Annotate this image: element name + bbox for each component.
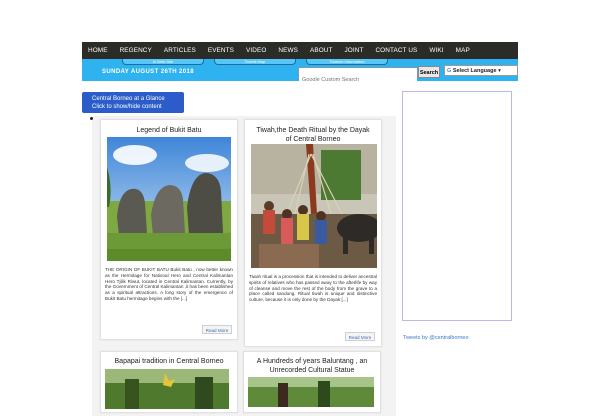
- nav-regency[interactable]: REGENCY: [114, 42, 158, 59]
- nav-video[interactable]: VIDEO: [240, 42, 272, 59]
- sidebar-widget: [402, 91, 512, 321]
- search-input[interactable]: [299, 75, 417, 81]
- article-title[interactable]: Tiwah,the Death Ritual by the Dayak of C…: [245, 126, 381, 144]
- article-image[interactable]: [248, 377, 374, 407]
- article-card: Legend of Bukit Batu THE ORIGIN OF BUKIT…: [100, 119, 238, 340]
- tab-tourist-map[interactable]: Tourist Map: [214, 59, 296, 65]
- article-excerpt: THE ORIGIN OF BUKIT BATU Bukit Batu , no…: [105, 267, 233, 301]
- twitter-timeline-link[interactable]: Tweets by @centralborneo: [403, 335, 469, 341]
- nav-articles[interactable]: ARTICLES: [158, 42, 202, 59]
- article-image[interactable]: [107, 137, 231, 261]
- article-excerpt: Tiwah ritual is a procession that is int…: [249, 274, 377, 303]
- article-image[interactable]: [105, 369, 229, 409]
- language-select-label: Select Language: [452, 68, 497, 74]
- glance-title: Central Borneo at a Glance: [92, 96, 165, 102]
- nav-news[interactable]: NEWS: [272, 42, 304, 59]
- nav-joint[interactable]: JOINT: [338, 42, 369, 59]
- article-title[interactable]: Legend of Bukit Batu: [101, 126, 237, 135]
- sub-header-bar: In Web Site Tourist Map Tourism Informat…: [82, 59, 518, 81]
- top-nav: HOME REGENCY ARTICLES EVENTS VIDEO NEWS …: [82, 42, 518, 59]
- search-box: [298, 67, 418, 81]
- glance-toggle-button[interactable]: Central Borneo at a Glance Click to show…: [82, 92, 184, 113]
- article-title[interactable]: Bapapai tradition in Central Borneo: [101, 357, 237, 366]
- google-g-icon: G: [447, 68, 452, 74]
- nav-events[interactable]: EVENTS: [202, 42, 240, 59]
- nav-home[interactable]: HOME: [82, 42, 114, 59]
- chevron-down-icon: ▾: [498, 68, 501, 74]
- read-more-button[interactable]: Read More: [202, 325, 232, 334]
- article-image[interactable]: [251, 144, 377, 268]
- search-button[interactable]: Search: [418, 66, 440, 78]
- article-card: Tiwah,the Death Ritual by the Dayak of C…: [244, 119, 382, 347]
- article-card: Bapapai tradition in Central Borneo: [100, 351, 238, 413]
- ritual-scene-image: [251, 144, 377, 268]
- nav-about[interactable]: ABOUT: [304, 42, 339, 59]
- tab-in-web-site[interactable]: In Web Site: [122, 59, 204, 65]
- current-date: SUNDAY AUGUST 26TH 2018: [102, 69, 195, 75]
- language-select[interactable]: G Select Language ▾: [444, 65, 518, 76]
- article-title[interactable]: A Hundreds of years Baluntang , an Unrec…: [244, 357, 380, 375]
- tab-tourism-information[interactable]: Tourism Information: [306, 59, 388, 65]
- article-card: A Hundreds of years Baluntang , an Unrec…: [243, 351, 381, 413]
- statue-image: [248, 377, 374, 407]
- nav-map[interactable]: MAP: [450, 42, 476, 59]
- list-bullet: [90, 117, 93, 120]
- nav-wiki[interactable]: WIKI: [423, 42, 449, 59]
- nav-contact-us[interactable]: CONTACT US: [369, 42, 423, 59]
- read-more-button[interactable]: Read More: [345, 332, 375, 341]
- glance-subtitle: Click to show/hide content: [92, 104, 162, 110]
- bapapai-image: [105, 369, 229, 409]
- rock-landscape-image: [107, 137, 231, 261]
- search-scope-tabs: In Web Site Tourist Map Tourism Informat…: [122, 59, 398, 65]
